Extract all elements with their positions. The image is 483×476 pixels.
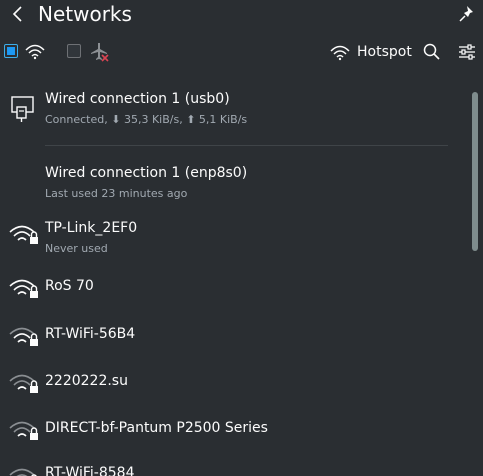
list-item[interactable]: RoS 70 [0,268,465,308]
wifi-secured-icon [9,279,38,298]
connection-name: RT-WiFi-8584 [45,465,135,476]
hotspot-button[interactable]: Hotspot [329,40,412,64]
hotspot-wifi-icon [330,45,350,61]
back-arrow-icon[interactable] [11,5,25,23]
hotspot-label: Hotspot [357,44,412,60]
upload-speed: 5,1 KiB/s [198,113,248,126]
connection-name: TP-Link_2EF0 [45,220,138,236]
list-item[interactable]: RT-WiFi-8584 [0,457,465,476]
separator [45,145,448,146]
upload-arrow-icon: ⬆ [186,113,199,126]
connection-name: Wired connection 1 (usb0) [45,91,230,107]
wired-network-icon [11,96,34,122]
wifi-secured-icon [9,327,38,346]
wifi-toggle-checkbox[interactable] [4,44,18,58]
wifi-secured-icon [9,421,38,440]
connection-status: Never used [45,242,108,255]
list-item[interactable]: Wired connection 1 (enp8s0) Last used 23… [0,150,465,200]
scrollbar[interactable] [472,92,478,251]
pin-icon[interactable] [458,5,476,23]
header: Networks [0,0,483,30]
list-item[interactable]: TP-Link_2EF0 Never used [0,212,465,258]
wifi-secured-icon [9,225,38,244]
connection-name: DIRECT-bf-Pantum P2500 Series [45,420,268,436]
wifi-icon [25,44,45,60]
connection-name: RT-WiFi-56B4 [45,326,136,342]
airplane-mode-checkbox[interactable] [67,44,81,58]
status-prefix: Connected, [45,113,112,126]
connection-status: Connected, ⬇ 35,3 KiB/s, ⬆ 5,1 KiB/s [45,113,247,126]
page-title: Networks [38,2,132,26]
configure-icon[interactable] [458,43,476,61]
list-item[interactable]: 2220222.su [0,363,465,403]
connection-list[interactable]: Wired connection 1 (usb0) Connected, ⬇ 3… [0,80,470,476]
connection-name: Wired connection 1 (enp8s0) [45,165,248,181]
wifi-secured-icon [9,374,38,393]
search-icon[interactable] [423,43,441,61]
toolbar: Hotspot [0,36,483,68]
download-speed: 35,3 KiB/s [123,113,180,126]
connection-name: 2220222.su [45,373,128,389]
wifi-secured-icon [9,468,37,476]
connection-status: Last used 23 minutes ago [45,187,188,200]
list-item[interactable]: RT-WiFi-56B4 [0,316,465,356]
connection-name: RoS 70 [45,278,94,294]
list-item[interactable]: DIRECT-bf-Pantum P2500 Series [0,410,465,450]
download-arrow-icon: ⬇ [111,113,124,126]
airplane-mode-disabled-icon [91,43,109,62]
list-item[interactable]: Wired connection 1 (usb0) Connected, ⬇ 3… [0,80,465,146]
